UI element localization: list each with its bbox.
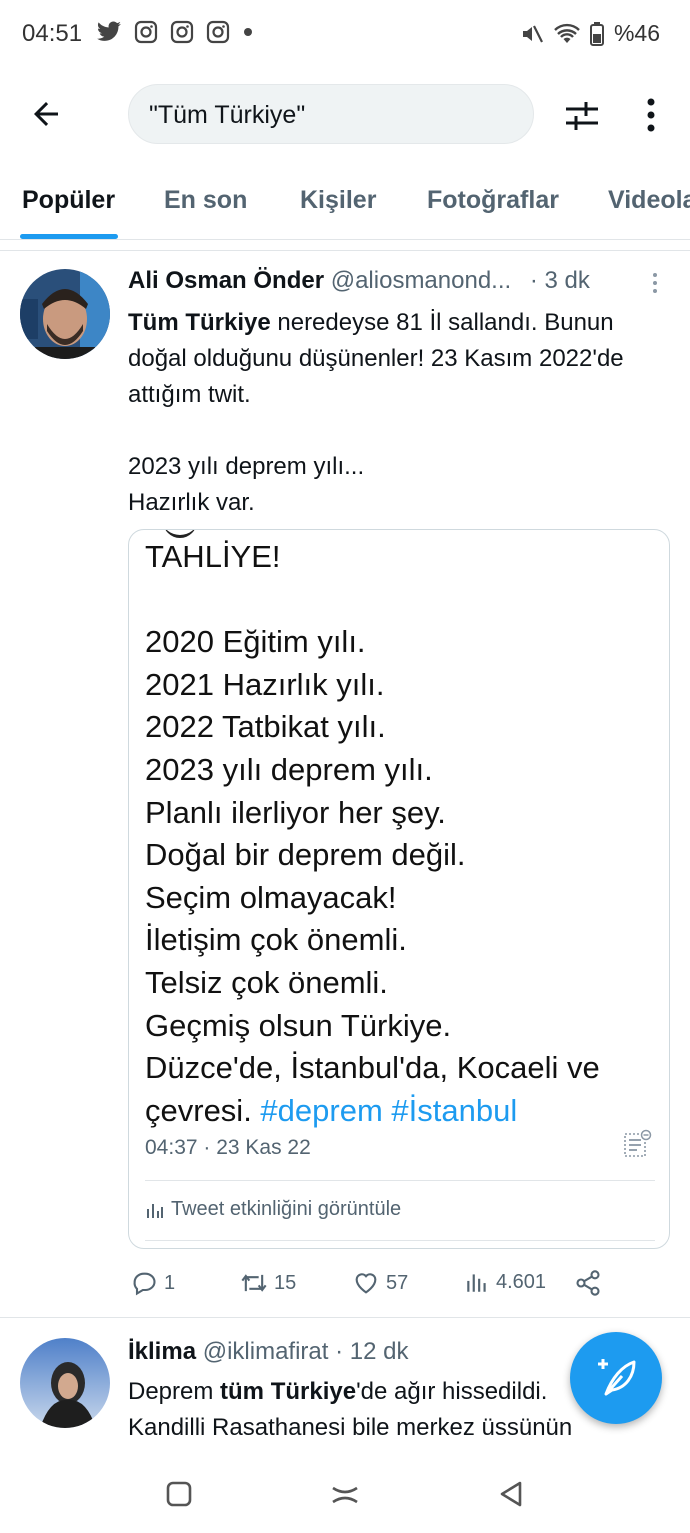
filter-sliders-icon	[566, 102, 598, 130]
share-button[interactable]	[574, 1269, 602, 1297]
quote-line: 2022 Tatbikat yılı.	[145, 709, 386, 745]
tweet-actions: 1 15 57 4.601	[130, 1269, 630, 1305]
avatar[interactable]	[20, 1338, 110, 1428]
status-time: 04:51	[22, 20, 83, 47]
author-name[interactable]: Ali Osman Önder	[128, 267, 324, 294]
battery-percent: %46	[613, 20, 660, 46]
retweet-count: 15	[274, 1271, 297, 1294]
retweet-icon	[241, 1274, 267, 1292]
activity-label: Tweet etkinliğini görüntüle	[171, 1198, 402, 1220]
quote-line: 2021 Hazırlık yılı.	[145, 666, 385, 702]
tweet-time: · 12 dk	[335, 1338, 409, 1365]
instagram-icon	[206, 20, 230, 44]
tweet-more-button[interactable]	[650, 271, 660, 295]
tweet[interactable]: Ali Osman Önder @aliosmanond... · 3 dk T…	[0, 250, 690, 1318]
search-input[interactable]: "Tüm Türkiye"	[128, 84, 534, 144]
quoted-tweet-card[interactable]: TAHLİYE! 2020 Eğitim yılı. 2021 Hazırlık…	[128, 529, 670, 1249]
compose-feather-icon	[598, 1359, 636, 1396]
tab-people[interactable]: Kişiler	[300, 186, 376, 215]
avatar[interactable]	[20, 269, 110, 359]
hashtag-links[interactable]: #deprem #İstanbul	[260, 1093, 517, 1128]
quote-line: Doğal bir deprem değil.	[145, 837, 466, 873]
tweet-text-line2: Kandilli Rasathanesi bile merkez üssünün	[128, 1414, 573, 1441]
divider	[145, 1240, 655, 1241]
tweet-text-line2: 2023 yılı deprem yılı...	[128, 453, 365, 480]
reply-icon	[133, 1272, 156, 1296]
tweet-header: Ali Osman Önder @aliosmanond... · 3 dk	[128, 267, 658, 295]
more-options-button[interactable]	[636, 94, 666, 138]
like-button[interactable]: 57	[352, 1269, 408, 1297]
android-navigation-bar	[0, 1453, 690, 1533]
analytics-bars-icon	[147, 1203, 163, 1218]
compose-tweet-button[interactable]	[570, 1332, 662, 1424]
tab-popular[interactable]: Popüler	[22, 186, 115, 215]
note-icon	[621, 1128, 653, 1160]
tweet-text-highlight: Tüm Türkiye	[128, 309, 271, 336]
heart-icon	[355, 1273, 377, 1294]
quote-line: Seçim olmayacak!	[145, 879, 397, 915]
divider	[145, 1180, 655, 1181]
vertical-dots-icon	[647, 98, 655, 132]
notification-icons	[96, 20, 254, 44]
recent-apps-button[interactable]	[164, 1479, 194, 1509]
twitter-icon	[97, 21, 121, 41]
tweet-text-line3: Hazırlık var.	[128, 489, 255, 516]
vertical-dots-icon	[653, 273, 657, 293]
views-button[interactable]: 4.601	[464, 1269, 546, 1295]
quoted-tweet-text: TAHLİYE! 2020 Eğitim yılı. 2021 Hazırlık…	[145, 536, 655, 1132]
share-icon	[576, 1270, 600, 1296]
quoted-tweet-timestamp: 04:37 · 23 Kas 22	[145, 1136, 311, 1159]
system-icons: %46	[520, 20, 660, 47]
instagram-icon	[134, 20, 158, 44]
quote-line: Planlı ilerliyor her şey.	[145, 794, 446, 830]
quote-line: 2023 yılı deprem yılı.	[145, 751, 433, 787]
quote-line: Telsiz çok önemli.	[145, 964, 388, 1000]
tweet-text: Tüm Türkiye neredeyse 81 İl sallandı. Bu…	[128, 305, 668, 521]
view-count: 4.601	[496, 1270, 547, 1293]
mute-icon	[522, 25, 543, 42]
quote-line: 2020 Eğitim yılı.	[145, 624, 366, 660]
search-tabs: Popüler En son Kişiler Fotoğraflar Video…	[0, 170, 690, 240]
active-tab-indicator	[20, 234, 118, 239]
battery-icon	[589, 21, 604, 46]
view-tweet-activity-link[interactable]: Tweet etkinliğini görüntüle	[145, 1198, 401, 1221]
tweet-text-rest: 'de ağır hissedildi.	[356, 1378, 548, 1405]
back-button[interactable]	[28, 96, 68, 136]
tab-photos[interactable]: Fotoğraflar	[427, 186, 559, 215]
tweet-text-prefix: Deprem	[128, 1378, 221, 1405]
instagram-icon	[170, 20, 194, 44]
home-gesture-icon	[332, 1486, 358, 1504]
tab-videos[interactable]: Videolar	[608, 186, 690, 215]
wifi-icon	[554, 23, 580, 43]
back-arrow-icon	[34, 102, 58, 126]
quote-line: çevresi.	[145, 1092, 261, 1128]
tweet-time: · 3 dk	[529, 267, 590, 294]
author-handle[interactable]: @iklimafirat	[203, 1338, 329, 1365]
reply-button[interactable]: 1	[130, 1269, 175, 1297]
tab-latest[interactable]: En son	[164, 186, 247, 215]
recent-apps-icon	[166, 1481, 192, 1507]
quote-line: TAHLİYE!	[145, 539, 281, 574]
retweet-button[interactable]: 15	[240, 1269, 296, 1297]
back-triangle-icon	[500, 1481, 522, 1507]
author-handle[interactable]: @aliosmanond...	[331, 267, 511, 294]
status-bar: 04:51 %46	[0, 0, 690, 70]
quote-line: İletişim çok önemli.	[145, 922, 407, 958]
dot-icon	[244, 28, 252, 36]
search-filter-button[interactable]	[560, 94, 604, 138]
views-bars-icon	[467, 1274, 486, 1292]
tweet-text-highlight: tüm Türkiye	[220, 1378, 357, 1405]
tweet-text: Deprem tüm Türkiye'de ağır hissedildi. K…	[128, 1374, 628, 1446]
author-name[interactable]: İklima	[128, 1338, 196, 1365]
home-button[interactable]	[330, 1479, 360, 1509]
quote-line: Düzce'de, İstanbul'da, Kocaeli ve	[145, 1050, 600, 1086]
like-count: 57	[386, 1271, 409, 1294]
quote-line: Geçmiş olsun Türkiye.	[145, 1007, 452, 1043]
reply-count: 1	[164, 1271, 176, 1294]
search-query-text: "Tüm Türkiye"	[149, 101, 306, 129]
back-nav-button[interactable]	[496, 1479, 526, 1509]
